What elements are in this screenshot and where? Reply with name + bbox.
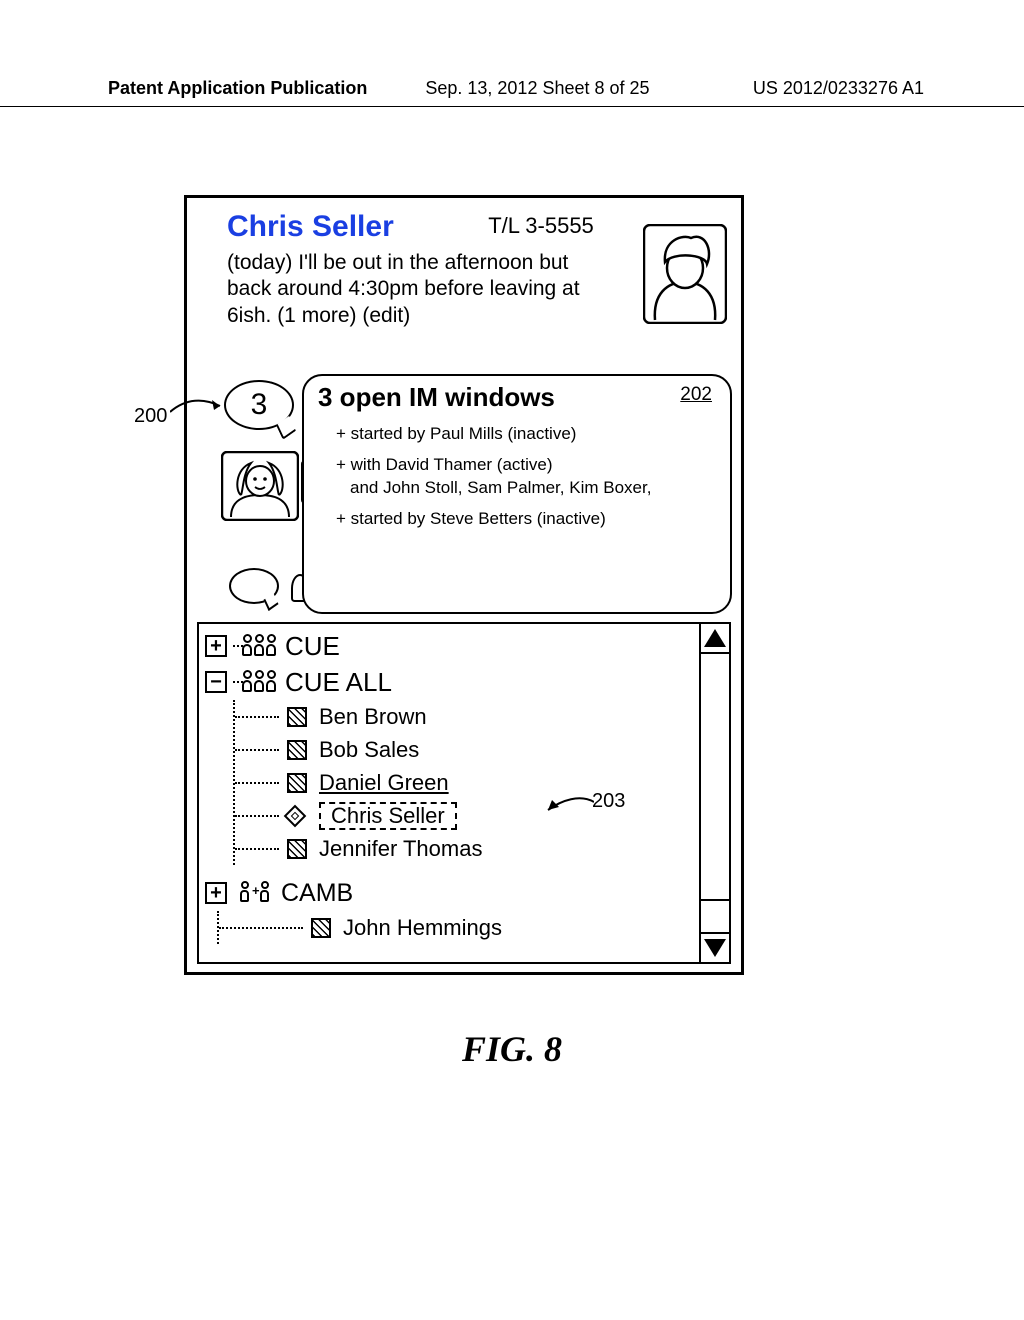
contact-daniel-green[interactable]: Daniel Green bbox=[287, 766, 695, 799]
pub-label: Patent Application Publication bbox=[108, 78, 367, 99]
expander-plus-icon[interactable]: + bbox=[205, 635, 227, 657]
group-icon bbox=[243, 670, 279, 694]
status-icon bbox=[287, 773, 307, 793]
im-item-2[interactable]: + with David Thamer (active) and John St… bbox=[336, 454, 716, 500]
speech-bubble-icon bbox=[229, 568, 279, 604]
status-icon bbox=[287, 839, 307, 859]
callout-203: 203 bbox=[592, 790, 625, 813]
contact-john-hemmings[interactable]: .leaf[data-name="contact-john-hemmings"]… bbox=[311, 911, 695, 944]
group-label: CAMB bbox=[281, 879, 353, 908]
contact-avatar-icon bbox=[221, 451, 299, 521]
group-label: CUE ALL bbox=[285, 667, 392, 698]
app-window: Chris Seller T/L 3-5555 (today) I'll be … bbox=[184, 195, 744, 975]
expander-plus-icon[interactable]: + bbox=[205, 882, 227, 904]
page-header: Patent Application Publication Sep. 13, … bbox=[108, 78, 924, 99]
contact-tree-panel: + CUE − CUE ALL bbox=[197, 622, 731, 964]
group-label: CUE bbox=[285, 631, 340, 662]
date-sheet: Sep. 13, 2012 Sheet 8 of 25 bbox=[425, 78, 649, 99]
leader-200 bbox=[170, 396, 224, 416]
status-message[interactable]: (today) I'll be out in the afternoon but… bbox=[227, 250, 597, 329]
status-icon bbox=[287, 740, 307, 760]
contact-jennifer-thomas[interactable]: Jennifer Thomas bbox=[287, 832, 695, 865]
user-name: Chris Seller bbox=[227, 210, 394, 244]
status-diamond-icon bbox=[284, 804, 307, 827]
contact-chris-seller[interactable]: Chris Seller bbox=[287, 799, 695, 832]
tie-line: T/L 3-5555 bbox=[488, 213, 594, 238]
group-icon bbox=[243, 634, 279, 658]
user-card: Chris Seller T/L 3-5555 (today) I'll be … bbox=[187, 198, 741, 373]
user-avatar-large bbox=[643, 224, 727, 324]
group-icon: + bbox=[241, 881, 275, 905]
group-cue[interactable]: + CUE bbox=[205, 628, 695, 664]
expander-minus-icon[interactable]: − bbox=[205, 671, 227, 693]
contact-ben-brown[interactable]: Ben Brown bbox=[287, 700, 695, 733]
selected-contact-box: Chris Seller bbox=[319, 802, 457, 830]
contact-bob-sales[interactable]: Bob Sales bbox=[287, 733, 695, 766]
status-icon bbox=[287, 707, 307, 727]
popup-title: 3 open IM windows bbox=[318, 382, 555, 412]
group-cue-all[interactable]: − CUE ALL bbox=[205, 664, 695, 700]
pub-number: US 2012/0233276 A1 bbox=[753, 78, 924, 99]
im-popup: 3 open IM windows 202 + started by Paul … bbox=[302, 374, 732, 614]
im-item-1[interactable]: + started by Paul Mills (inactive) bbox=[336, 423, 716, 446]
popup-ref-202: 202 bbox=[680, 384, 712, 406]
scroll-up-icon[interactable] bbox=[704, 629, 726, 647]
leader-203 bbox=[546, 794, 594, 814]
group-camb[interactable]: + + CAMB bbox=[205, 875, 695, 911]
im-item-3[interactable]: + started by Steve Betters (inactive) bbox=[336, 508, 716, 531]
tree-scrollbar[interactable] bbox=[699, 624, 729, 962]
figure-caption: FIG. 8 bbox=[0, 1028, 1024, 1070]
im-count-badge[interactable]: 3 bbox=[224, 380, 302, 440]
im-count: 3 bbox=[251, 388, 268, 422]
callout-200: 200 bbox=[134, 405, 167, 428]
header-rule bbox=[0, 106, 1024, 107]
status-icon bbox=[311, 918, 331, 938]
scroll-down-icon[interactable] bbox=[704, 939, 726, 957]
